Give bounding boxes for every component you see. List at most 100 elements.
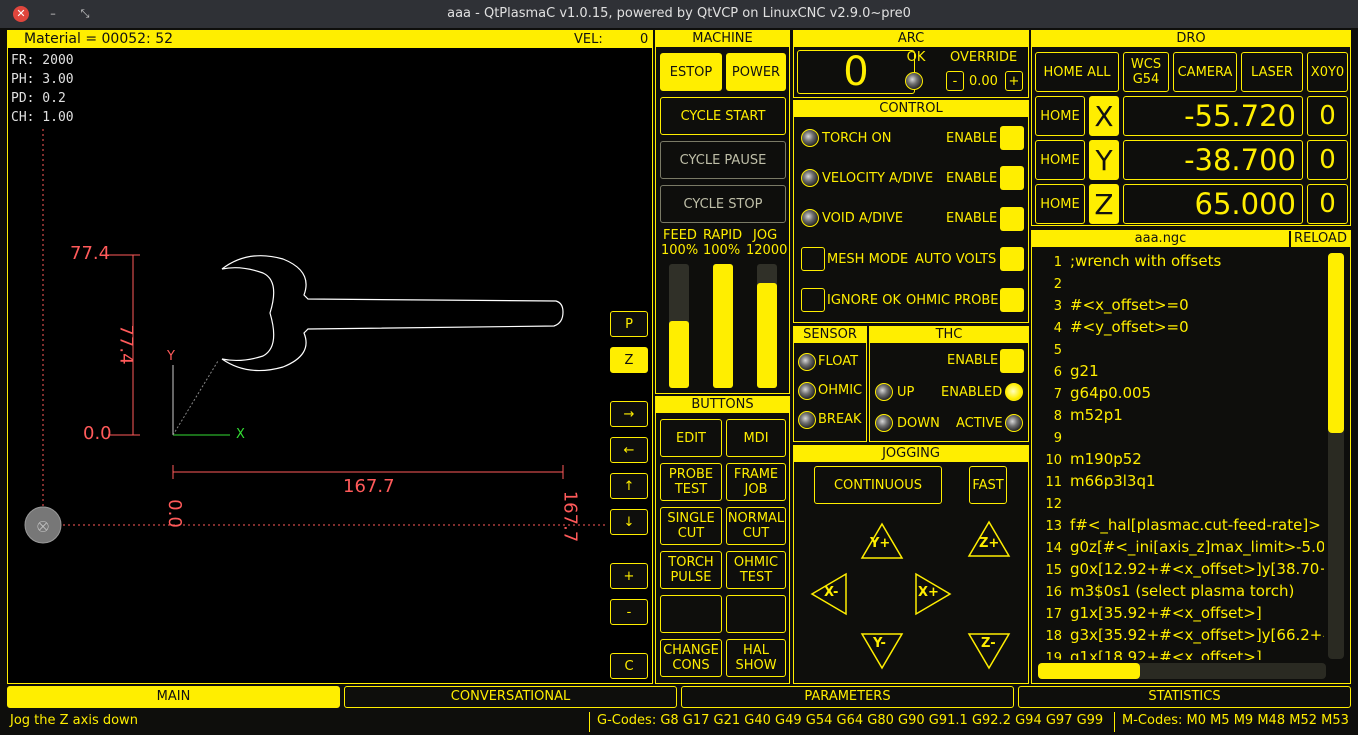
gcode-line[interactable]: 13 f#<_hal[plasmac.cut-feed-rate]> (: [1034, 514, 1324, 536]
hal-show-button[interactable]: HAL SHOW: [726, 639, 786, 677]
gcode-vertical-scrollbar[interactable]: [1328, 253, 1344, 659]
gcode-editor[interactable]: 1 ;wrench with offsets 2 3 #<x_offset>=0 4 #<y…: [1034, 250, 1324, 660]
torch-pulse-button[interactable]: TORCH PULSE: [660, 551, 722, 589]
mesh-mode-checkbox[interactable]: [801, 247, 825, 271]
auto-volts-checkbox[interactable]: [1000, 247, 1024, 271]
gcode-line[interactable]: 17 g1x[35.92+#<x_offset>]: [1034, 602, 1324, 624]
home-z-button[interactable]: HOME: [1035, 184, 1085, 224]
override-value: 0.00: [969, 74, 998, 89]
camera-button[interactable]: CAMERA: [1173, 52, 1237, 92]
pan-up-button[interactable]: ↑: [610, 473, 648, 499]
zero-y-button[interactable]: 0: [1307, 140, 1348, 180]
pan-right-button[interactable]: →: [610, 401, 648, 427]
gcode-hscroll-thumb[interactable]: [1038, 663, 1140, 679]
gcode-line[interactable]: 5: [1034, 338, 1324, 360]
x0y0-button[interactable]: X0Y0: [1307, 52, 1348, 92]
view-perspective-button[interactable]: P: [610, 311, 648, 337]
home-all-button[interactable]: HOME ALL: [1035, 52, 1119, 92]
preview-canvas[interactable]: ⛒: [8, 49, 608, 683]
buttons-panel: BUTTONS EDIT MDI PROBE TEST FRAME JOB SINGLE…: [655, 396, 790, 684]
rapid-value: 100%: [703, 243, 741, 258]
estop-button[interactable]: ESTOP: [660, 53, 722, 91]
zoom-in-button[interactable]: +: [610, 563, 648, 589]
jog-y-minus-button[interactable]: Y-: [873, 636, 886, 651]
jog-z-plus-button[interactable]: Z+: [979, 536, 999, 551]
override-minus-button[interactable]: -: [946, 71, 964, 91]
gcode-line[interactable]: 8 m52p1: [1034, 404, 1324, 426]
gcode-line[interactable]: 10 m190p52: [1034, 448, 1324, 470]
velocity-enable-checkbox[interactable]: [1000, 166, 1024, 190]
gcode-line[interactable]: 16 m3$0s1 (select plasma torch): [1034, 580, 1324, 602]
jog-slider[interactable]: [757, 264, 777, 388]
ignore-ok-checkbox[interactable]: [801, 288, 825, 312]
gcode-line-text: f#<_hal[plasmac.cut-feed-rate]> (: [1070, 516, 1324, 534]
jog-value: 12000: [746, 243, 788, 258]
home-y-button[interactable]: HOME: [1035, 140, 1085, 180]
cycle-start-button[interactable]: CYCLE START: [660, 97, 786, 135]
gcode-line[interactable]: 7 g64p0.005: [1034, 382, 1324, 404]
torch-enable-checkbox[interactable]: [1000, 126, 1024, 150]
edit-button[interactable]: EDIT: [660, 419, 722, 457]
gcode-line[interactable]: 4 #<y_offset>=0: [1034, 316, 1324, 338]
feed-slider[interactable]: [669, 264, 689, 388]
gcode-line[interactable]: 14 g0z[#<_ini[axis_z]max_limit>-5.0]: [1034, 536, 1324, 558]
clear-preview-button[interactable]: C: [610, 653, 648, 679]
mdi-button[interactable]: MDI: [726, 419, 786, 457]
gcode-vscroll-thumb[interactable]: [1328, 253, 1344, 433]
frame-job-button[interactable]: FRAME JOB: [726, 463, 786, 501]
override-plus-button[interactable]: +: [1005, 71, 1023, 91]
jog-z-minus-button[interactable]: Z-: [981, 636, 996, 651]
thc-enabled-led: [1005, 383, 1023, 401]
single-cut-button[interactable]: SINGLE CUT: [660, 507, 722, 545]
zoom-out-button[interactable]: -: [610, 599, 648, 625]
probe-test-button[interactable]: PROBE TEST: [660, 463, 722, 501]
tab-main[interactable]: MAIN: [7, 686, 340, 708]
gcode-line[interactable]: 1 ;wrench with offsets: [1034, 250, 1324, 272]
gcode-line[interactable]: 3 #<x_offset>=0: [1034, 294, 1324, 316]
gcode-horizontal-scrollbar[interactable]: [1038, 663, 1326, 679]
gcode-line[interactable]: 18 g3x[35.92+#<x_offset>]y[66.2+#: [1034, 624, 1324, 646]
zero-x-button[interactable]: 0: [1307, 96, 1348, 136]
y-position: -38.700: [1123, 140, 1303, 180]
pan-down-button[interactable]: ↓: [610, 509, 648, 535]
tab-conversational[interactable]: CONVERSATIONAL: [344, 686, 677, 708]
void-enable-checkbox[interactable]: [1000, 207, 1024, 231]
jog-fast-button[interactable]: FAST: [969, 466, 1007, 504]
wcs-button[interactable]: WCS G54: [1123, 52, 1169, 92]
rapid-slider[interactable]: [713, 264, 733, 388]
ohmic-test-button[interactable]: OHMIC TEST: [726, 551, 786, 589]
user-button-empty[interactable]: [726, 595, 786, 633]
normal-cut-button[interactable]: NORMAL CUT: [726, 507, 786, 545]
ohmic-probe-checkbox[interactable]: [1000, 288, 1024, 312]
gcode-line-text: m190p52: [1070, 450, 1142, 468]
cycle-stop-button[interactable]: CYCLE STOP: [660, 185, 786, 223]
jog-y-plus-button[interactable]: Y+: [870, 536, 890, 551]
cycle-pause-button[interactable]: CYCLE PAUSE: [660, 141, 786, 179]
gcode-line[interactable]: 15 g0x[12.92+#<x_offset>]y[38.70+: [1034, 558, 1324, 580]
zero-z-button[interactable]: 0: [1307, 184, 1348, 224]
tab-statistics[interactable]: STATISTICS: [1018, 686, 1351, 708]
pan-left-button[interactable]: ←: [610, 437, 648, 463]
gcode-line[interactable]: 9: [1034, 426, 1324, 448]
change-consumables-button[interactable]: CHANGE CONS: [660, 639, 722, 677]
thc-enable-checkbox[interactable]: [1000, 349, 1024, 373]
user-button-empty[interactable]: [660, 595, 722, 633]
reload-button[interactable]: RELOAD: [1291, 231, 1350, 247]
ohmic-led: [798, 382, 816, 400]
mesh-mode-label: MESH MODE: [827, 252, 909, 267]
view-z-button[interactable]: Z: [610, 347, 648, 373]
gcode-line[interactable]: 2: [1034, 272, 1324, 294]
power-button[interactable]: POWER: [726, 53, 786, 91]
gcode-line[interactable]: 19 g1x[18.92+#<x_offset>]: [1034, 646, 1324, 660]
jog-continuous-button[interactable]: CONTINUOUS: [814, 466, 942, 504]
jog-x-minus-button[interactable]: X-: [824, 585, 838, 600]
home-x-button[interactable]: HOME: [1035, 96, 1085, 136]
gcode-line[interactable]: 12: [1034, 492, 1324, 514]
laser-button[interactable]: LASER: [1241, 52, 1303, 92]
tab-parameters[interactable]: PARAMETERS: [681, 686, 1014, 708]
gcode-line[interactable]: 11 m66p3l3q1: [1034, 470, 1324, 492]
buttons-header: BUTTONS: [656, 397, 789, 413]
jog-x-plus-button[interactable]: X+: [918, 585, 939, 600]
gcode-line[interactable]: 6 g21: [1034, 360, 1324, 382]
gcode-line-number: 8: [1053, 409, 1062, 424]
